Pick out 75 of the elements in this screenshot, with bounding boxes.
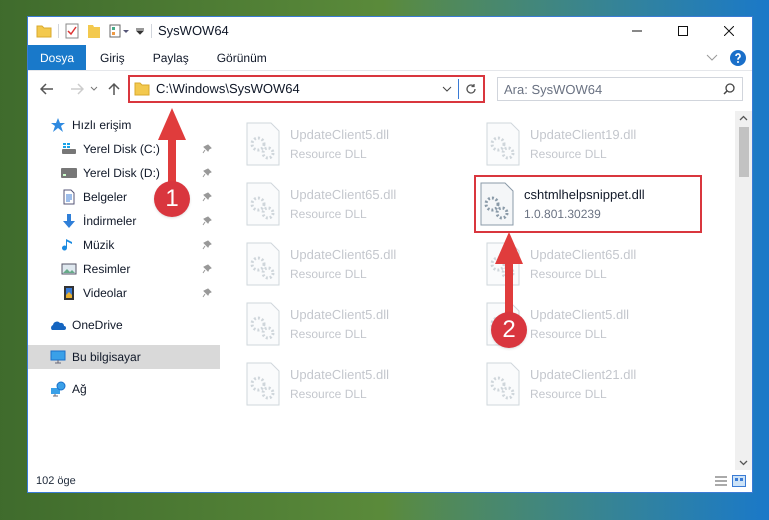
file-detail: Resource DLL — [290, 386, 368, 403]
up-arrow-icon[interactable] — [108, 82, 120, 96]
file-detail: 1.0.801.30239 — [524, 206, 602, 223]
chevron-down-icon[interactable] — [442, 86, 452, 92]
ribbon-tab[interactable]: Giriş — [86, 45, 139, 70]
back-arrow-icon[interactable] — [40, 83, 54, 95]
gear-file-icon — [486, 122, 520, 166]
maximize-icon — [678, 26, 688, 36]
pin-icon[interactable] — [202, 144, 212, 154]
file-item[interactable]: cshtmlhelpsnippet.dll 1.0.801.30239 — [474, 175, 702, 233]
gear-file-icon — [246, 182, 280, 226]
scroll-up-icon[interactable] — [739, 115, 748, 121]
window-title: SysWOW64 — [158, 22, 229, 40]
sidebar-item[interactable]: Müzik — [83, 236, 114, 254]
search-icon — [723, 83, 735, 95]
pin-icon[interactable] — [202, 288, 212, 298]
file-detail: Resource DLL — [290, 146, 368, 163]
ribbon-tab[interactable]: Dosya — [28, 45, 86, 70]
refresh-icon[interactable] — [465, 83, 477, 95]
file-name: cshtmlhelpsnippet.dll — [524, 186, 645, 204]
ribbon-tab[interactable]: Görünüm — [202, 45, 281, 70]
item-count: 102 öge — [36, 474, 76, 489]
minimize-icon — [632, 30, 642, 32]
close-icon — [724, 26, 734, 36]
sidebar-item[interactable]: Yerel Disk (C:) — [83, 140, 160, 158]
pin-icon[interactable] — [202, 216, 212, 226]
ribbon-tab[interactable]: Paylaş — [138, 45, 203, 70]
file-detail: Resource DLL — [530, 146, 608, 163]
pin-icon[interactable] — [202, 168, 212, 178]
file-detail: Resource DLL — [530, 266, 608, 283]
folder-icon[interactable] — [36, 24, 52, 38]
pc-icon — [50, 349, 66, 365]
sidebar-item[interactable]: Bu bilgisayar — [28, 345, 220, 369]
gear-file-icon — [480, 182, 514, 226]
file-detail: Resource DLL — [530, 326, 608, 343]
gear-file-icon — [486, 362, 520, 406]
sidebar-item[interactable]: Ağ — [72, 380, 87, 398]
sidebar-item[interactable]: Belgeler — [83, 188, 128, 206]
scrollbar[interactable] — [735, 111, 752, 470]
drive-icon — [61, 165, 77, 181]
network-icon — [50, 381, 66, 397]
sidebar-item[interactable]: İndirmeler — [83, 212, 136, 230]
sidebar-item[interactable]: OneDrive — [72, 316, 123, 334]
sidebar-item[interactable]: Yerel Disk (D:) — [83, 164, 160, 182]
scroll-thumb[interactable] — [738, 127, 748, 177]
gear-file-icon — [246, 122, 280, 166]
folder-icon — [134, 82, 150, 96]
scroll-down-icon[interactable] — [739, 460, 748, 466]
gear-file-icon — [246, 362, 280, 406]
file-detail: Resource DLL — [530, 386, 608, 403]
pictures-icon — [61, 261, 77, 277]
chevron-down-icon[interactable] — [90, 86, 98, 92]
docs-icon — [61, 189, 77, 205]
details-view-icon[interactable] — [714, 475, 728, 487]
sidebar-item[interactable]: Resimler — [83, 260, 130, 278]
help-icon[interactable] — [730, 50, 746, 66]
file-detail: Resource DLL — [290, 326, 368, 343]
properties-icon[interactable] — [109, 24, 131, 38]
gear-file-icon — [246, 302, 280, 346]
pin-icon[interactable] — [202, 240, 212, 250]
file-detail: Resource DLL — [290, 206, 368, 223]
search-field[interactable]: Ara: SysWOW64 — [497, 77, 743, 101]
checklist-icon[interactable] — [65, 23, 79, 39]
videos-icon — [61, 285, 77, 301]
pin-icon[interactable] — [202, 264, 212, 274]
file-detail: Resource DLL — [290, 266, 368, 283]
gear-file-icon — [246, 242, 280, 286]
download-icon — [61, 213, 77, 229]
tiles-view-icon[interactable] — [732, 475, 746, 487]
sidebar-item[interactable]: Hızlı erişim — [72, 116, 132, 134]
sidebar-item[interactable]: Videolar — [83, 284, 127, 302]
address-bar[interactable]: C:\Windows\SysWOW64 — [128, 75, 485, 103]
dropdown-icon[interactable] — [135, 26, 145, 36]
pin-icon[interactable] — [202, 192, 212, 202]
address-path: C:\Windows\SysWOW64 — [156, 80, 301, 98]
